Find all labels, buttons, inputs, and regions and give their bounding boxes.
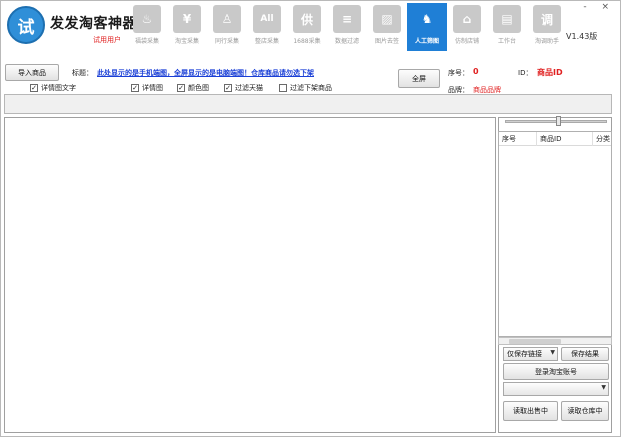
title-label: 标题： (72, 69, 93, 77)
toolbar-item-2[interactable]: ♙ 同行采集 (207, 3, 247, 51)
person-sweep-icon: ♞ (421, 12, 433, 26)
grid-column-product-id[interactable]: 商品ID (537, 132, 593, 146)
toolbar-item-label: 图片去签 (374, 38, 399, 45)
zoom-slider-handle[interactable] (556, 116, 561, 126)
app-logo: 试 (7, 6, 45, 44)
version-label: V1.43版 (566, 32, 598, 41)
toolbar-item-7[interactable]: ♞ 人工筛图 (407, 3, 447, 51)
chevron-down-icon: ▼ (601, 384, 606, 391)
toolbar-item-4[interactable]: 供 1688采集 (287, 3, 327, 51)
user-status: 试用用户 (93, 36, 121, 44)
app-title: 发发淘客神器 (50, 16, 137, 32)
checkbox-detail-text[interactable]: ✓ 详情图文字 (30, 83, 76, 93)
login-taobao-button[interactable]: 登录淘宝账号 (503, 363, 609, 380)
toolbar-item-label: 1688采集 (293, 38, 321, 45)
save-results-button[interactable]: 保存结果 (561, 347, 609, 361)
thumbnail-strip[interactable] (4, 94, 612, 114)
title-hint-link[interactable]: 此处显示的是手机端图，全屏显示的是电脑端图！仓库商品请勿选下架 (97, 68, 314, 78)
seq-value: 0 (473, 67, 479, 76)
read-on-sale-button[interactable]: 读取出售中 (503, 401, 558, 421)
shop-icon: ⌂ (453, 5, 481, 33)
toolbar-item-8[interactable]: ⌂ 仿制店铺 (447, 3, 487, 51)
save-mode-select[interactable]: 仅保存链接 ▼ (503, 347, 558, 361)
checkbox-filter-delisted[interactable]: 过滤下架商品 (279, 83, 332, 93)
all-icon: All (253, 5, 281, 33)
scrollbar-thumb[interactable] (509, 339, 561, 344)
account-select[interactable]: ▼ (503, 382, 609, 396)
toolbar-item-0[interactable]: ♨ 福袋采集 (127, 3, 167, 51)
toolbar-item-label: 整店采集 (254, 38, 279, 45)
checkbox-box[interactable]: ✓ (177, 84, 185, 92)
grid-header: 序号 商品ID 分类 (499, 132, 611, 146)
toolbar-item-9[interactable]: ▤ 工作台 (487, 3, 527, 51)
toolbar-item-label: 淘宝采集 (174, 38, 199, 45)
import-products-button[interactable]: 导入商品 (5, 64, 59, 81)
flame-icon: ♨ (133, 5, 161, 33)
read-warehouse-button[interactable]: 读取仓库中 (561, 401, 609, 421)
checkbox-box[interactable] (279, 84, 287, 92)
checkbox-label: 过滤天猫 (235, 84, 263, 92)
toolbar-item-6[interactable]: ▨ 图片去签 (367, 3, 407, 51)
checkbox-label: 过滤下架商品 (290, 84, 332, 92)
window-controls[interactable]: - × (583, 2, 615, 12)
seq-label: 序号： (448, 69, 469, 77)
image-preview-area[interactable] (4, 117, 496, 433)
chevron-down-icon: ▼ (550, 349, 555, 356)
checkbox-box[interactable]: ✓ (131, 84, 139, 92)
workbench-icon: ▤ (493, 5, 521, 33)
checkbox-label: 详情图文字 (41, 84, 76, 92)
checkbox-label: 颜色图 (188, 84, 209, 92)
grid-column-category[interactable]: 分类 (593, 132, 611, 146)
checkbox-filter-tmall[interactable]: ✓ 过滤天猫 (224, 83, 263, 93)
id-label: ID： (518, 69, 533, 77)
toolbar-item-5[interactable]: ≡ 数据过滤 (327, 3, 367, 51)
app-window: 试 发发淘客神器 试用用户 ♨ 福袋采集 ¥ 淘宝采集 ♙ 同行采集 All 整店采集 供 168… (0, 0, 621, 437)
toolbar-item-1[interactable]: ¥ 淘宝采集 (167, 3, 207, 51)
yen-icon: ¥ (173, 5, 201, 33)
toolbar-item-label: 工作台 (497, 38, 516, 45)
toolbar-item-3[interactable]: All 整店采集 (247, 3, 287, 51)
toolbar-item-label: 仿制店铺 (454, 38, 479, 45)
save-mode-value: 仅保存链接 (507, 350, 542, 358)
supply-icon: 供 (293, 5, 321, 33)
product-grid[interactable]: 序号 商品ID 分类 (498, 131, 612, 337)
assistant-icon: 调 (533, 5, 561, 33)
grid-horizontal-scrollbar[interactable] (498, 337, 612, 345)
toolbar-item-label: 同行采集 (214, 38, 239, 45)
toolbar-item-label: 人工筛图 (414, 38, 439, 45)
toolbar-item-label: 福袋采集 (134, 38, 159, 45)
checkbox-detail-image[interactable]: ✓ 详情图 (131, 83, 163, 93)
person-icon: ♙ (213, 5, 241, 33)
checkbox-color-image[interactable]: ✓ 颜色图 (177, 83, 209, 93)
checkbox-box[interactable]: ✓ (30, 84, 38, 92)
grid-column-seq[interactable]: 序号 (499, 132, 537, 146)
filter-icon: ≡ (333, 5, 361, 33)
fullscreen-button[interactable]: 全屏 (398, 69, 440, 88)
main-toolbar: ♨ 福袋采集 ¥ 淘宝采集 ♙ 同行采集 All 整店采集 供 1688采集 ≡ 数据过滤 ▨ 图片去签 ♞… (127, 3, 567, 51)
toolbar-item-label: 数据过滤 (334, 38, 359, 45)
toolbar-item-label: 淘调助手 (534, 38, 559, 45)
picture-icon: ▨ (373, 5, 401, 33)
checkbox-label: 详情图 (142, 84, 163, 92)
product-id-value: 商品ID (537, 68, 563, 77)
checkbox-box[interactable]: ✓ (224, 84, 232, 92)
toolbar-item-10[interactable]: 调淘调助手 (527, 3, 567, 51)
